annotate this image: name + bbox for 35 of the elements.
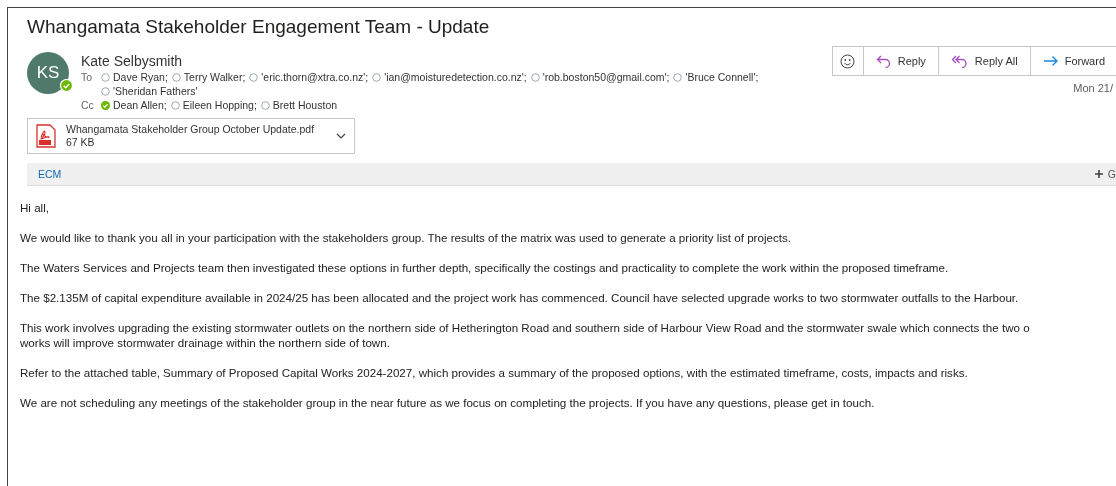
chevron-down-icon[interactable] — [336, 133, 346, 139]
forward-icon — [1042, 55, 1059, 67]
recipient-name[interactable]: Eileen Hopping; — [182, 98, 257, 112]
body-text: works will improve stormwater drainage within the northern side of town. — [20, 335, 391, 350]
attachment-card[interactable]: Whangamata Stakeholder Group October Update.pdf 67 KB — [27, 118, 355, 154]
smiley-icon — [840, 53, 856, 69]
pdf-file-icon — [36, 124, 56, 148]
cc-label: Cc — [81, 98, 95, 112]
plus-icon[interactable] — [1094, 170, 1103, 178]
to-label: To — [81, 70, 94, 85]
recipient-name[interactable]: 'Bruce Connell'; — [685, 70, 759, 84]
sender-name[interactable]: Kate Selbysmith — [81, 53, 183, 69]
recipient-name[interactable]: Terry Walker; — [183, 70, 246, 84]
body-text: The Waters Services and Projects team then investigated these options in further depth, specifically the costings and practicality to complete the work within the proposed timeframe. — [20, 260, 950, 275]
body-text: We are not scheduling any meetings of the stakeholder group in the near future as we focus on completing the projects. If you have any questions, please get in touch. — [20, 395, 876, 410]
addin-label[interactable]: G — [1107, 168, 1116, 180]
reply-all-icon — [950, 54, 969, 68]
body-text: Refer to the attached table, Summary of Proposed Capital Works 2024-2027, which provides a summary of the proposed options, with the estimated timeframe, costs, impacts and risks. — [20, 365, 969, 380]
recipient-name[interactable]: 'Sheridan Fathers' — [113, 84, 198, 98]
addin-link[interactable]: ECM — [38, 168, 62, 180]
received-date: Mon 21/ — [1073, 82, 1113, 94]
body-text: We would like to thank you all in your participation with the stakeholders group. The results of the matrix was used to generate a priority list of projects. — [20, 230, 792, 245]
recipient-name[interactable]: 'ian@moisturedetection.co.nz'; — [384, 70, 527, 84]
recipient-name[interactable]: 'eric.thorn@xtra.co.nz'; — [261, 70, 369, 84]
body-text: The $2.135M of capital expenditure available in 2024/25 has been allocated and the project work has commenced. Council have selected upgrade works to two stormwater outfalls to the Harbour. — [20, 290, 1020, 305]
email-subject: Whangamata Stakeholder Engagement Team - Update — [27, 16, 491, 38]
reply-icon — [875, 54, 892, 68]
recipient-name[interactable]: Dean Allen; — [113, 98, 167, 112]
body-text: This work involves upgrading the existing stormwater outlets on the northern side of Hetherington Road and southern side of Harbour View Road and the stormwater swale which connects the two o — [20, 320, 1031, 335]
body-text: Hi all, — [20, 200, 50, 215]
attachment-name: Whangamata Stakeholder Group October Update.pdf — [66, 123, 315, 136]
recipient-name[interactable]: Dave Ryan; — [113, 70, 168, 84]
attachment-size: 67 KB — [66, 136, 96, 149]
recipient-name[interactable]: 'rob.boston50@gmail.com'; — [542, 70, 670, 84]
recipient-name[interactable]: Brett Houston — [272, 98, 338, 112]
